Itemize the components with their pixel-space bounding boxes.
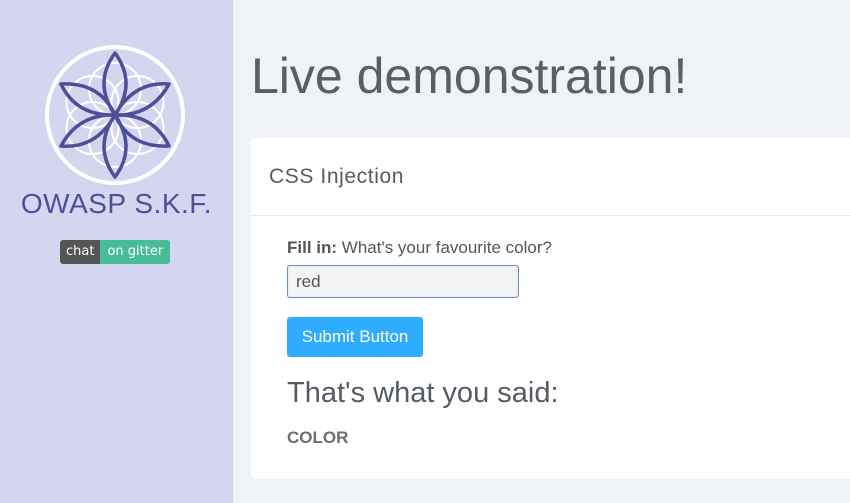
fill-in-bold: Fill in:	[287, 238, 338, 257]
submit-button[interactable]: Submit Button	[287, 317, 423, 357]
result-heading: That's what you said:	[287, 377, 559, 409]
badge-left: chat	[60, 240, 101, 264]
color-input[interactable]	[287, 265, 519, 298]
badge-right: on gitter	[100, 240, 171, 264]
page-title: Live demonstration!	[251, 48, 688, 104]
flower-of-life-icon[interactable]	[44, 44, 186, 186]
fill-in-label: Fill in: What's your favourite color?	[287, 238, 552, 258]
sidebar: OWASP S.K.F. chat on gitter	[0, 0, 233, 503]
brand-name: OWASP S.K.F.	[20, 188, 213, 219]
demo-card: CSS Injection Fill in: What's your favou…	[251, 138, 850, 479]
fill-in-question: What's your favourite color?	[341, 238, 552, 257]
gitter-chat-badge[interactable]: chat on gitter	[60, 240, 171, 264]
card-header: CSS Injection	[251, 138, 850, 216]
result-value: COLOR	[287, 428, 349, 447]
